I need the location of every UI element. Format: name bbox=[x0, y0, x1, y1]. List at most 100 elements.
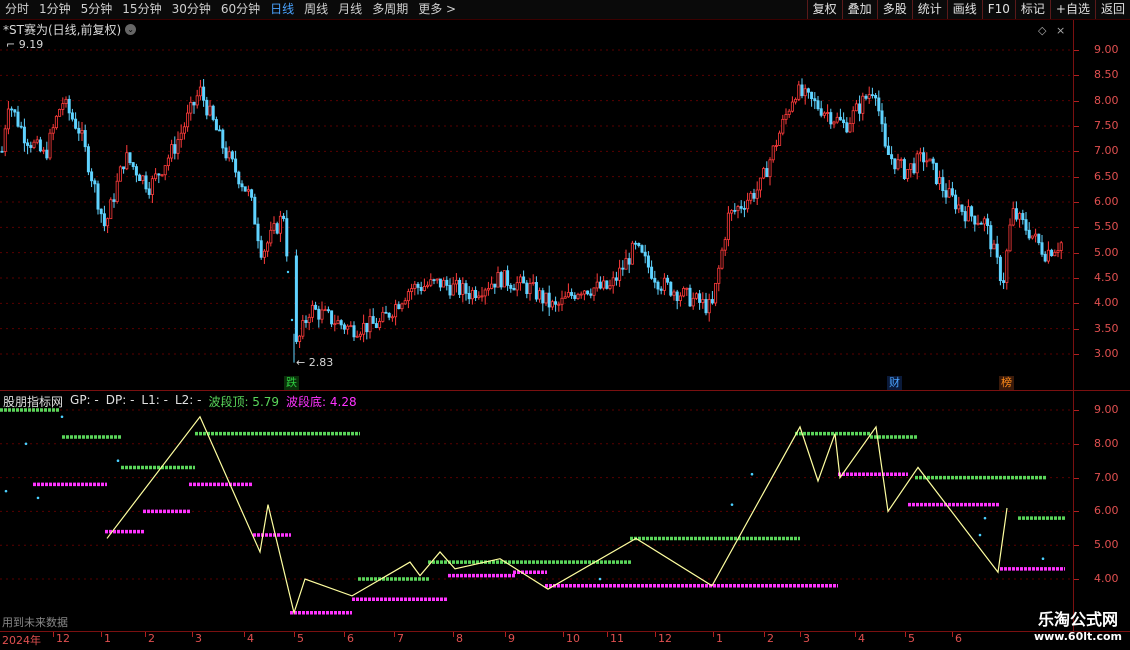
marker-cai[interactable]: 财 bbox=[887, 376, 902, 390]
indicator-name[interactable]: 股朋指标网 bbox=[3, 393, 63, 410]
candle-body bbox=[230, 151, 234, 160]
candle-body bbox=[1002, 280, 1006, 283]
candle-body bbox=[58, 109, 62, 117]
candle-body bbox=[726, 212, 730, 240]
candle-body bbox=[669, 281, 673, 296]
candle-body bbox=[941, 177, 945, 192]
candle-body bbox=[1056, 250, 1060, 253]
candle-body bbox=[640, 245, 644, 253]
candle-body bbox=[685, 287, 689, 290]
candle-body bbox=[282, 215, 286, 219]
diamond-icon[interactable]: ◇ bbox=[1038, 24, 1046, 37]
candle-body bbox=[70, 112, 74, 120]
candle-body bbox=[861, 95, 865, 114]
indicator-axis-tick bbox=[1074, 477, 1079, 479]
candle-body bbox=[515, 282, 519, 291]
candle-body bbox=[349, 325, 353, 328]
candle-body bbox=[566, 292, 570, 298]
panel-divider bbox=[0, 390, 1130, 391]
chevron-down-icon[interactable]: ⌄ bbox=[125, 24, 137, 35]
candle-body bbox=[749, 192, 753, 201]
price-axis-tick bbox=[1074, 75, 1079, 77]
candle-body bbox=[698, 293, 702, 303]
candle-body bbox=[634, 242, 638, 245]
marker-bang[interactable]: 榜 bbox=[999, 376, 1014, 390]
close-icon[interactable]: × bbox=[1056, 24, 1065, 37]
candle-body bbox=[435, 278, 439, 281]
candle-body bbox=[672, 291, 676, 296]
candle-body bbox=[586, 290, 590, 295]
candle-body bbox=[1046, 249, 1050, 262]
year-label: 2024年 bbox=[2, 634, 41, 647]
candle-body bbox=[1021, 213, 1025, 221]
candle-body bbox=[573, 295, 577, 299]
candle-body bbox=[902, 159, 906, 179]
candle-body bbox=[1043, 253, 1047, 262]
candle-body bbox=[269, 229, 273, 244]
month-tick bbox=[244, 632, 245, 637]
candle-body bbox=[1040, 242, 1044, 255]
candle-body bbox=[410, 288, 414, 292]
month-label: 4 bbox=[247, 632, 254, 645]
candle-body bbox=[64, 98, 68, 104]
candle-body bbox=[77, 127, 81, 134]
candle-body bbox=[352, 325, 356, 338]
indicator-axis-tick bbox=[1074, 545, 1079, 547]
candle-body bbox=[464, 283, 468, 294]
signal-dot bbox=[290, 318, 294, 322]
candle-body bbox=[848, 123, 852, 133]
candle-body bbox=[1053, 251, 1057, 257]
chart-canvas bbox=[0, 49, 1073, 616]
band-top-value: 波段顶: 5.79 bbox=[208, 395, 280, 409]
indicator-axis-label: 5.00 bbox=[1094, 538, 1119, 552]
month-tick bbox=[655, 632, 656, 637]
price-axis-tick bbox=[1074, 100, 1079, 102]
candle-body bbox=[22, 126, 26, 144]
candle-body bbox=[803, 88, 807, 97]
month-label: 5 bbox=[297, 632, 304, 645]
low-price-label: 2.83 bbox=[308, 356, 334, 369]
candle-body bbox=[755, 189, 759, 199]
candle-body bbox=[90, 171, 94, 182]
candle-body bbox=[83, 130, 87, 148]
candle-body bbox=[810, 91, 814, 100]
signal-dot bbox=[60, 415, 64, 419]
candle-body bbox=[925, 160, 929, 163]
candle-body bbox=[678, 295, 682, 301]
candle-body bbox=[582, 290, 586, 295]
price-axis-label: 7.50 bbox=[1094, 119, 1119, 132]
candle-body bbox=[986, 218, 990, 226]
candle-body bbox=[381, 311, 385, 322]
candle-body bbox=[166, 157, 170, 167]
marker-die[interactable]: 跌 bbox=[284, 376, 299, 390]
candle-body bbox=[301, 320, 305, 337]
stock-title[interactable]: *ST赛为(日线,前复权) ⌄ bbox=[3, 21, 137, 38]
candle-body bbox=[794, 98, 798, 103]
candle-body bbox=[931, 158, 935, 164]
candle-body bbox=[102, 213, 106, 227]
candle-body bbox=[0, 150, 4, 153]
candle-body bbox=[323, 309, 327, 312]
candle-body bbox=[483, 289, 487, 297]
candle-body bbox=[45, 149, 49, 159]
price-axis-label: 3.00 bbox=[1094, 347, 1119, 360]
candle-body bbox=[426, 284, 430, 287]
candle-body bbox=[374, 323, 378, 328]
candle-body bbox=[995, 243, 999, 258]
candle-body bbox=[723, 239, 727, 251]
candle-body bbox=[259, 240, 263, 258]
candle-body bbox=[333, 323, 337, 326]
price-axis-tick bbox=[1074, 252, 1079, 254]
month-tick bbox=[394, 632, 395, 637]
candle-body bbox=[208, 105, 212, 116]
candle-body bbox=[384, 311, 388, 314]
month-label: 6 bbox=[347, 632, 354, 645]
candle-body bbox=[781, 118, 785, 134]
candle-body bbox=[787, 110, 791, 115]
price-axis-tick bbox=[1074, 328, 1079, 330]
candle-body bbox=[432, 279, 436, 282]
candle-body bbox=[122, 166, 126, 170]
candle-body bbox=[608, 285, 612, 289]
candle-body bbox=[576, 293, 580, 299]
candle-body bbox=[880, 110, 884, 125]
